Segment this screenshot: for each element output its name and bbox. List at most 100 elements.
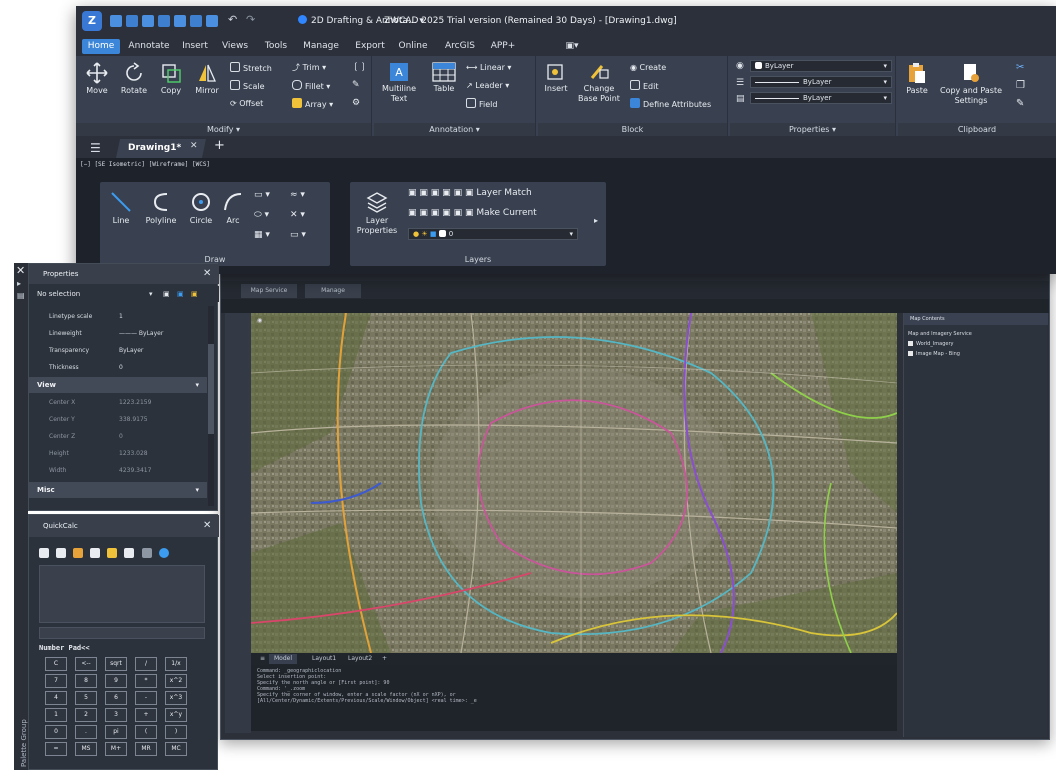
- key-reciprocal[interactable]: 1/x: [165, 657, 187, 671]
- chevron-right-icon[interactable]: ▸: [594, 216, 598, 225]
- join-icon[interactable]: ⚙: [352, 98, 360, 108]
- key-sqrt[interactable]: sqrt: [105, 657, 127, 671]
- help-icon[interactable]: [158, 548, 169, 558]
- tab-manage[interactable]: Manage: [305, 284, 361, 298]
- leader-button[interactable]: ↗ Leader ▾: [466, 80, 509, 92]
- property-row[interactable]: Thickness 0: [29, 359, 207, 376]
- key-9[interactable]: 9: [105, 674, 127, 688]
- new-icon[interactable]: [110, 15, 122, 27]
- map-contents-item[interactable]: Image Map - Bing: [908, 351, 960, 357]
- layer-freeze-icon[interactable]: ▣: [431, 188, 440, 198]
- key-3[interactable]: 3: [105, 708, 127, 722]
- key-4[interactable]: 4: [45, 691, 67, 705]
- tab-app-plus[interactable]: APP+: [486, 39, 520, 54]
- viewport-controls[interactable]: [−] [SE Isometric] [Wireframe] [WCS]: [80, 161, 210, 168]
- save-icon[interactable]: [142, 15, 154, 27]
- section-view[interactable]: View ▾: [29, 377, 207, 393]
- linear-dim-button[interactable]: ⟷ Linear ▾: [466, 62, 511, 74]
- key-square[interactable]: x^2: [165, 674, 187, 688]
- multiline-text-button[interactable]: A Multiline Text: [376, 62, 422, 104]
- trim-button[interactable]: ⤴ Trim ▾: [292, 62, 326, 74]
- tab-export[interactable]: Export: [350, 39, 390, 54]
- key-plus[interactable]: +: [135, 708, 157, 722]
- copy-button[interactable]: Copy: [154, 62, 188, 96]
- select-objects-icon[interactable]: ▣: [177, 286, 184, 302]
- tab-manage[interactable]: Manage: [298, 39, 344, 54]
- key-5[interactable]: 5: [75, 691, 97, 705]
- color-dropdown[interactable]: ByLayer ▾: [750, 60, 892, 72]
- make-current-button[interactable]: ▣ Make Current: [465, 208, 537, 218]
- tab-model[interactable]: Model: [269, 654, 298, 664]
- layer-match-button[interactable]: ▣ Layer Match: [465, 188, 532, 198]
- cut-icon[interactable]: ✂: [1016, 62, 1024, 73]
- scale-button[interactable]: Scale: [230, 80, 265, 93]
- save-as-icon[interactable]: [158, 15, 170, 27]
- clear-history-icon[interactable]: [56, 548, 67, 558]
- key-1[interactable]: 1: [45, 708, 67, 722]
- layer-thaw-icon[interactable]: ▣: [431, 208, 440, 218]
- checkbox-icon[interactable]: [908, 351, 913, 356]
- key-7[interactable]: 7: [45, 674, 67, 688]
- tab-layout2[interactable]: Layout2: [343, 654, 377, 664]
- ribbon-toggle-icon[interactable]: ▣▾: [562, 39, 582, 54]
- table-button[interactable]: Table: [426, 62, 462, 94]
- key-divide[interactable]: /: [135, 657, 157, 671]
- ellipse-icon[interactable]: ⬭ ▾: [254, 210, 269, 220]
- mirror-button[interactable]: Mirror: [190, 62, 224, 96]
- polyline-button[interactable]: Polyline: [140, 190, 182, 226]
- close-icon[interactable]: ✕: [203, 264, 211, 284]
- line-button[interactable]: Line: [104, 190, 138, 226]
- key-minus[interactable]: -: [135, 691, 157, 705]
- field-button[interactable]: Field: [466, 98, 497, 111]
- define-attributes-button[interactable]: Define Attributes: [630, 98, 711, 111]
- get-coordinates-icon[interactable]: [90, 548, 101, 558]
- map-contents-item[interactable]: World_Imagery: [908, 341, 954, 347]
- layer-unlock-icon[interactable]: ▣: [442, 208, 451, 218]
- point-icon[interactable]: ✕ ▾: [290, 210, 305, 220]
- insert-block-button[interactable]: Insert: [540, 62, 572, 94]
- scrollbar-thumb[interactable]: [208, 344, 214, 434]
- key-memory-clear[interactable]: MC: [165, 742, 187, 756]
- key-2[interactable]: 2: [75, 708, 97, 722]
- calc-input-field[interactable]: [39, 627, 205, 639]
- stretch-button[interactable]: Stretch: [230, 62, 272, 75]
- checkbox-icon[interactable]: [908, 341, 913, 346]
- circle-button[interactable]: Circle: [184, 190, 218, 226]
- tab-arcgis[interactable]: ArcGIS: [438, 39, 482, 54]
- layer-on-icon[interactable]: ▣: [419, 208, 428, 218]
- region-icon[interactable]: ▭ ▾: [290, 230, 306, 240]
- plot-icon[interactable]: [190, 15, 202, 27]
- rectangle-icon[interactable]: ▭ ▾: [254, 190, 270, 200]
- tab-annotate[interactable]: Annotate: [124, 39, 174, 54]
- number-pad-toggle[interactable]: Number Pad<<: [39, 644, 90, 652]
- paste-button[interactable]: Paste: [900, 62, 934, 96]
- clear-icon[interactable]: [39, 548, 49, 558]
- tab-layout1[interactable]: Layout1: [307, 654, 341, 664]
- layer-off-icon[interactable]: ▣: [419, 188, 428, 198]
- settings-icon[interactable]: ▤: [17, 291, 25, 300]
- close-icon[interactable]: ✕: [203, 515, 211, 537]
- open-icon[interactable]: [126, 15, 138, 27]
- key-memory-store[interactable]: MS: [75, 742, 97, 756]
- fillet-button[interactable]: Fillet ▾: [292, 80, 330, 93]
- edit-block-button[interactable]: Edit: [630, 80, 659, 93]
- panel-title-modify[interactable]: Modify ▾: [76, 123, 371, 136]
- layer-lock-icon[interactable]: ▣: [442, 188, 451, 198]
- angle-icon[interactable]: [124, 548, 135, 558]
- quick-select-icon[interactable]: ▣: [191, 286, 198, 302]
- key-multiply[interactable]: *: [135, 674, 157, 688]
- panel-title-properties[interactable]: Properties ▾: [730, 123, 895, 136]
- property-row[interactable]: Linetype scale 1: [29, 308, 207, 325]
- key-power[interactable]: x^y: [165, 708, 187, 722]
- linetype-dropdown[interactable]: ByLayer ▾: [750, 76, 892, 88]
- close-icon[interactable]: ✕: [16, 264, 25, 277]
- add-layout-icon[interactable]: +: [377, 654, 392, 664]
- key-0[interactable]: 0: [45, 725, 67, 739]
- layer-dropdown[interactable]: ● ☀ ■ 0 ▾: [408, 228, 578, 240]
- explode-icon[interactable]: ❲❳: [352, 62, 367, 72]
- property-row[interactable]: Transparency ByLayer: [29, 342, 207, 359]
- selection-dropdown[interactable]: No selection ▾ ▣ ▣ ▣: [29, 286, 219, 302]
- key-8[interactable]: 8: [75, 674, 97, 688]
- layout-nav-icon[interactable]: ≡: [255, 654, 270, 664]
- erase-icon[interactable]: ✎: [352, 80, 360, 90]
